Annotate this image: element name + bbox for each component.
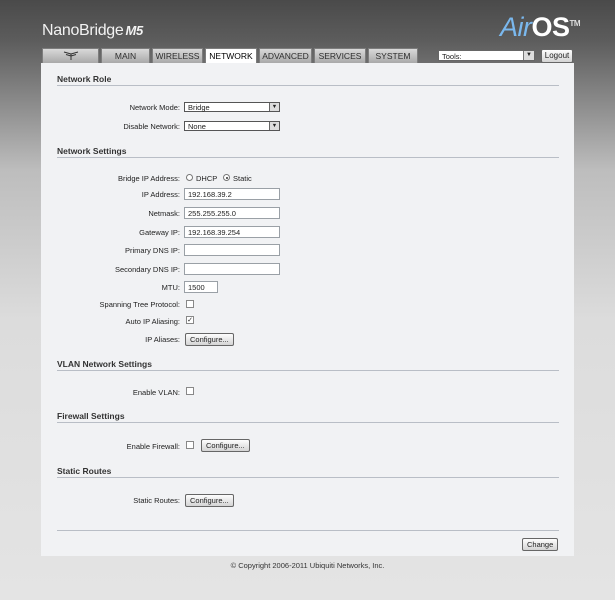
mtu-input[interactable]: 1500 — [184, 281, 218, 293]
dhcp-radio[interactable] — [186, 174, 193, 181]
network-settings-title: Network Settings — [57, 146, 127, 156]
stp-label: Spanning Tree Protocol: — [99, 300, 180, 309]
tab-ubnt-logo[interactable] — [42, 48, 99, 63]
tab-network[interactable]: NETWORK — [205, 48, 257, 64]
section-divider — [57, 530, 559, 531]
chevron-down-icon: ▼ — [269, 103, 279, 111]
ip-aliases-configure-button[interactable]: Configure... — [185, 333, 234, 346]
ip-address-label: IP Address: — [141, 190, 180, 199]
mtu-label: MTU: — [161, 283, 180, 292]
stp-checkbox[interactable] — [186, 300, 194, 308]
brand-model: M5 — [125, 23, 144, 38]
network-mode-value: Bridge — [188, 103, 210, 112]
auto-ip-aliasing-label: Auto IP Aliasing: — [125, 317, 180, 326]
network-role-title: Network Role — [57, 74, 112, 84]
netmask-label: Netmask: — [148, 209, 180, 218]
airos-air: Air — [500, 12, 532, 42]
airos-os: OS — [531, 12, 571, 42]
chevron-down-icon: ▼ — [269, 122, 279, 130]
section-divider — [57, 85, 559, 86]
tools-value: Tools: — [442, 52, 462, 61]
vlan-settings-title: VLAN Network Settings — [57, 359, 152, 369]
firewall-settings-title: Firewall Settings — [57, 411, 125, 421]
brand-name: NanoBridge — [42, 22, 124, 39]
tab-main[interactable]: MAIN — [101, 48, 150, 63]
dhcp-label: DHCP — [196, 174, 218, 183]
secondary-dns-label: Secondary DNS IP: — [114, 265, 180, 274]
static-routes-title: Static Routes — [57, 466, 112, 476]
bridge-ip-label: Bridge IP Address: — [118, 174, 180, 183]
tab-services[interactable]: SERVICES — [314, 48, 366, 63]
chevron-down-icon: ▼ — [523, 51, 534, 60]
tools-select[interactable]: Tools: ▼ — [438, 50, 535, 61]
ubiquiti-antenna-icon — [43, 49, 98, 63]
airos-logo: AirOSTM — [500, 12, 581, 43]
brand-logo: NanoBridge M5 — [42, 22, 143, 40]
section-divider — [57, 477, 559, 478]
enable-firewall-label: Enable Firewall: — [126, 442, 180, 451]
copyright-text: © Copyright 2006-2011 Ubiquiti Networks,… — [230, 561, 385, 570]
airos-tm: TM — [569, 19, 581, 28]
ip-aliases-label: IP Aliases: — [145, 335, 180, 344]
gateway-ip-input[interactable]: 192.168.39.254 — [184, 226, 280, 238]
network-mode-select[interactable]: Bridge ▼ — [184, 102, 280, 112]
enable-vlan-label: Enable VLAN: — [132, 388, 180, 397]
settings-panel: Network Role Network Mode: Bridge ▼ Disa… — [41, 63, 574, 556]
change-button[interactable]: Change — [522, 538, 559, 551]
logout-button[interactable]: Logout — [541, 49, 573, 63]
firewall-configure-button[interactable]: Configure... — [201, 439, 250, 452]
section-divider — [57, 370, 559, 371]
primary-dns-input[interactable] — [184, 244, 280, 256]
primary-dns-label: Primary DNS IP: — [124, 246, 180, 255]
auto-ip-aliasing-checkbox[interactable]: ✓ — [186, 316, 194, 324]
tab-wireless[interactable]: WIRELESS — [152, 48, 203, 63]
secondary-dns-input[interactable] — [184, 263, 280, 275]
section-divider — [57, 422, 559, 423]
ip-address-input[interactable]: 192.168.39.2 — [184, 188, 280, 200]
enable-vlan-checkbox[interactable] — [186, 387, 194, 395]
static-routes-configure-button[interactable]: Configure... — [185, 494, 234, 507]
gateway-ip-label: Gateway IP: — [139, 228, 180, 237]
disable-network-label: Disable Network: — [123, 122, 180, 131]
disable-network-select[interactable]: None ▼ — [184, 121, 280, 131]
tab-system[interactable]: SYSTEM — [368, 48, 418, 63]
section-divider — [57, 157, 559, 158]
network-mode-label: Network Mode: — [129, 103, 180, 112]
static-label: Static — [233, 174, 252, 183]
enable-firewall-checkbox[interactable] — [186, 441, 194, 449]
netmask-input[interactable]: 255.255.255.0 — [184, 207, 280, 219]
static-routes-label: Static Routes: — [133, 496, 180, 505]
disable-network-value: None — [188, 122, 206, 131]
main-tabs: MAIN WIRELESS NETWORK ADVANCED SERVICES … — [42, 48, 418, 64]
tab-advanced[interactable]: ADVANCED — [259, 48, 312, 63]
static-radio[interactable] — [223, 174, 230, 181]
